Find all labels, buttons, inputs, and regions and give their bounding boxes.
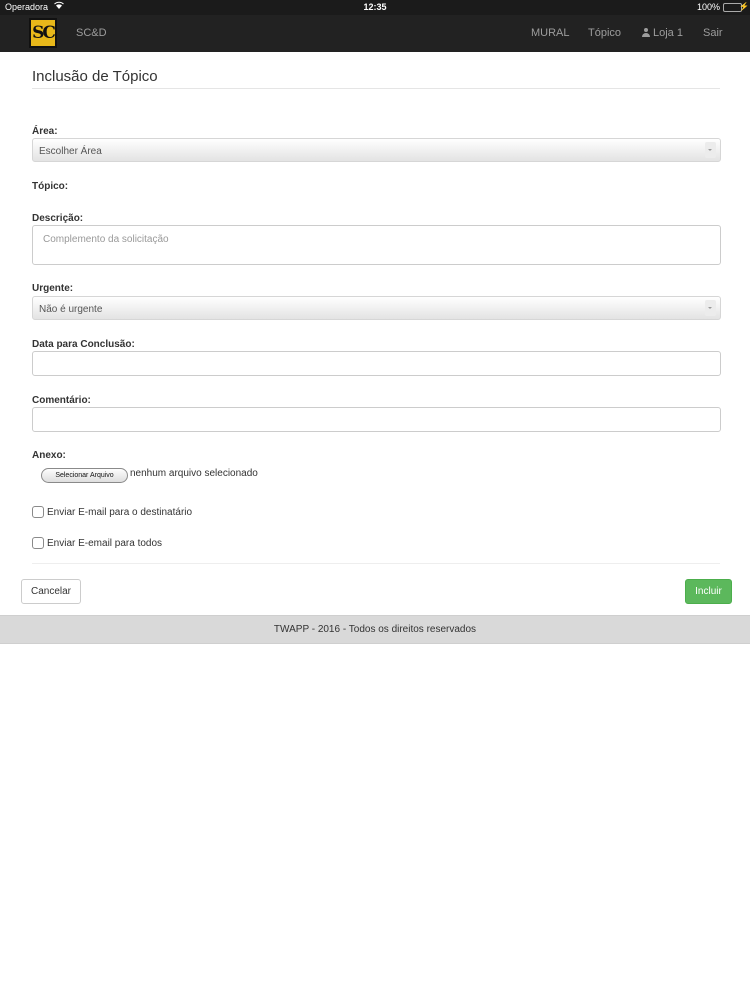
user-icon: [642, 28, 650, 37]
email-todos-row: Enviar E-email para todos: [32, 537, 162, 549]
urgente-select[interactable]: Não é urgente: [32, 296, 721, 320]
topico-label: Tópico:: [32, 181, 69, 192]
status-bar: Operadora 12:35 100% ⚡: [0, 0, 750, 15]
chevron-down-icon: [705, 300, 716, 316]
clock: 12:35: [363, 2, 387, 12]
logo-text: SC: [32, 23, 56, 43]
area-select[interactable]: Escolher Área: [32, 138, 721, 162]
brand-link[interactable]: SC&D: [76, 27, 107, 39]
chevron-down-icon: [705, 142, 716, 158]
comentario-input[interactable]: [32, 407, 721, 432]
comentario-label: Comentário:: [32, 395, 91, 406]
email-destinatario-checkbox[interactable]: [32, 506, 44, 518]
nav-sair-link[interactable]: Sair: [703, 27, 723, 39]
file-status-text: nenhum arquivo selecionado: [130, 468, 258, 479]
navbar: SC SC&D MURAL Tópico Loja 1 Sair: [0, 15, 750, 52]
nav-loja-link[interactable]: Loja 1: [642, 27, 683, 39]
data-conclusao-input[interactable]: [32, 351, 721, 376]
descricao-label: Descrição:: [32, 213, 84, 224]
urgente-label: Urgente:: [32, 283, 74, 294]
descricao-placeholder: Complemento da solicitação: [43, 234, 169, 245]
email-destinatario-label[interactable]: Enviar E-mail para o destinatário: [47, 507, 192, 518]
footer: TWAPP - 2016 - Todos os direitos reserva…: [0, 615, 750, 644]
urgente-select-value: Não é urgente: [39, 304, 103, 315]
title-divider: [32, 88, 720, 89]
cancel-button[interactable]: Cancelar: [21, 579, 81, 604]
email-todos-label[interactable]: Enviar E-email para todos: [47, 538, 162, 549]
charging-icon: ⚡: [739, 2, 749, 11]
email-todos-checkbox[interactable]: [32, 537, 44, 549]
data-conclusao-label: Data para Conclusão:: [32, 339, 135, 350]
page-title: Inclusão de Tópico: [32, 68, 158, 85]
email-destinatario-row: Enviar E-mail para o destinatário: [32, 506, 192, 518]
descricao-textarea[interactable]: Complemento da solicitação: [32, 225, 721, 265]
form-divider: [32, 563, 720, 564]
area-select-value: Escolher Área: [39, 146, 102, 157]
nav-topico-link[interactable]: Tópico: [588, 27, 621, 39]
select-file-button[interactable]: Selecionar Arquivo: [41, 468, 128, 483]
include-button[interactable]: Incluir: [685, 579, 732, 604]
nav-loja-label: Loja 1: [653, 27, 683, 39]
anexo-label: Anexo:: [32, 450, 66, 461]
battery-percent: 100%: [696, 2, 720, 12]
area-label: Área:: [32, 126, 58, 137]
nav-mural-link[interactable]: MURAL: [531, 27, 570, 39]
logo[interactable]: SC: [29, 18, 57, 48]
